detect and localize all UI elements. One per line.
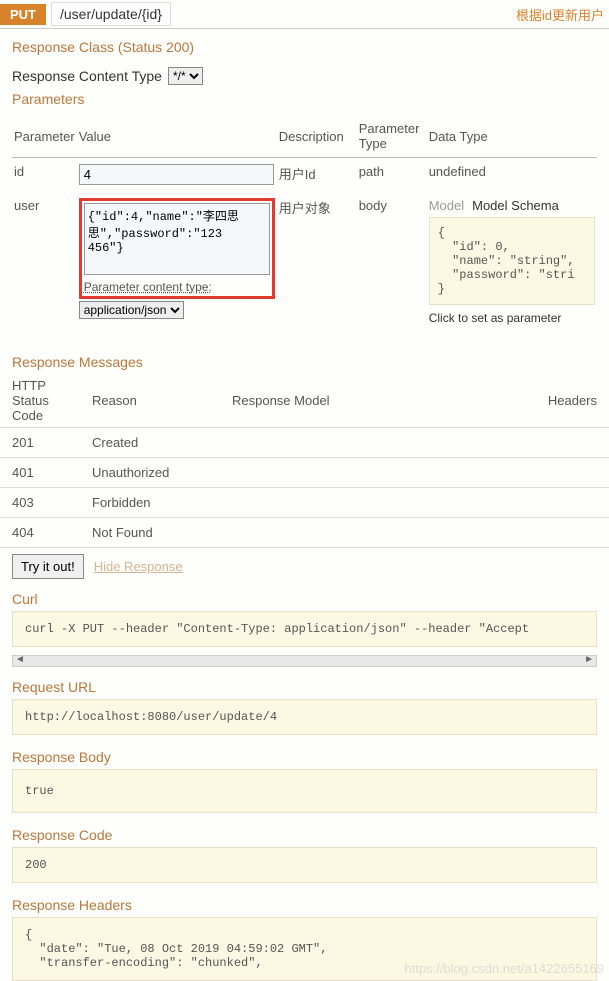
param-value-user-textarea[interactable] <box>84 203 270 275</box>
status-reason: Created <box>80 428 220 458</box>
param-type-user: body <box>357 192 427 332</box>
response-messages-heading: Response Messages <box>0 354 609 370</box>
response-content-type-select[interactable]: */* <box>168 67 203 85</box>
response-headers-value: { "date": "Tue, 08 Oct 2019 04:59:02 GMT… <box>12 917 597 981</box>
response-content-type-label: Response Content Type <box>12 68 162 84</box>
col-parameter: Parameter <box>12 115 77 158</box>
col-description: Description <box>277 115 357 158</box>
table-row: user Parameter content type: application… <box>12 192 597 332</box>
endpoint-path[interactable]: /user/update/{id} <box>51 2 171 26</box>
param-desc-user: 用户对象 <box>277 192 357 332</box>
status-reason: Forbidden <box>80 488 220 518</box>
status-code: 401 <box>0 458 80 488</box>
curl-output: curl -X PUT --header "Content-Type: appl… <box>12 611 597 647</box>
model-schema-box[interactable]: { "id": 0, "name": "string", "password":… <box>429 217 595 305</box>
col-response-model: Response Model <box>220 374 463 428</box>
response-messages-table: HTTP Status Code Reason Response Model H… <box>0 374 609 547</box>
schema-hint: Click to set as parameter <box>429 311 595 325</box>
table-row: id 用户Id path undefined <box>12 158 597 192</box>
operation-header: PUT /user/update/{id} 根据id更新用户 <box>0 0 609 29</box>
status-code: 404 <box>0 518 80 548</box>
param-value-id-input[interactable] <box>79 164 274 185</box>
param-content-type-select[interactable]: application/json <box>79 301 184 319</box>
highlighted-body-area: Parameter content type: <box>79 198 275 299</box>
status-reason: Unauthorized <box>80 458 220 488</box>
col-parameter-type: Parameter Type <box>357 115 427 158</box>
col-http-status: HTTP Status Code <box>0 374 80 428</box>
curl-scrollbar[interactable] <box>12 655 597 667</box>
status-code: 201 <box>0 428 80 458</box>
param-dtype-id: undefined <box>427 158 597 192</box>
curl-heading: Curl <box>0 585 609 611</box>
col-data-type: Data Type <box>427 115 597 158</box>
table-row: 201 Created <box>0 428 609 458</box>
parameters-heading: Parameters <box>12 91 597 107</box>
param-desc-id: 用户Id <box>277 158 357 192</box>
tab-model[interactable]: Model <box>429 198 464 213</box>
param-type-id: path <box>357 158 427 192</box>
response-code-value: 200 <box>12 847 597 883</box>
http-method-badge: PUT <box>0 4 46 25</box>
table-row: 403 Forbidden <box>0 488 609 518</box>
status-code: 403 <box>0 488 80 518</box>
col-reason: Reason <box>80 374 220 428</box>
request-url-heading: Request URL <box>0 673 609 699</box>
table-row: 401 Unauthorized <box>0 458 609 488</box>
col-value: Value <box>77 115 277 158</box>
request-url-value: http://localhost:8080/user/update/4 <box>12 699 597 735</box>
param-name-id: id <box>12 158 77 192</box>
status-reason: Not Found <box>80 518 220 548</box>
response-headers-heading: Response Headers <box>0 891 609 917</box>
tab-model-schema[interactable]: Model Schema <box>472 198 559 213</box>
table-row: 404 Not Found <box>0 518 609 548</box>
param-content-type-label: Parameter content type: <box>84 280 270 294</box>
parameters-table: Parameter Value Description Parameter Ty… <box>12 115 597 332</box>
response-code-heading: Response Code <box>0 821 609 847</box>
response-body-heading: Response Body <box>0 743 609 769</box>
response-class-heading: Response Class (Status 200) <box>12 39 597 55</box>
try-it-out-button[interactable]: Try it out! <box>12 554 84 579</box>
param-name-user: user <box>12 192 77 332</box>
col-headers: Headers <box>463 374 609 428</box>
endpoint-description: 根据id更新用户 <box>516 5 609 24</box>
hide-response-link[interactable]: Hide Response <box>94 559 183 574</box>
response-body-value: true <box>12 769 597 813</box>
